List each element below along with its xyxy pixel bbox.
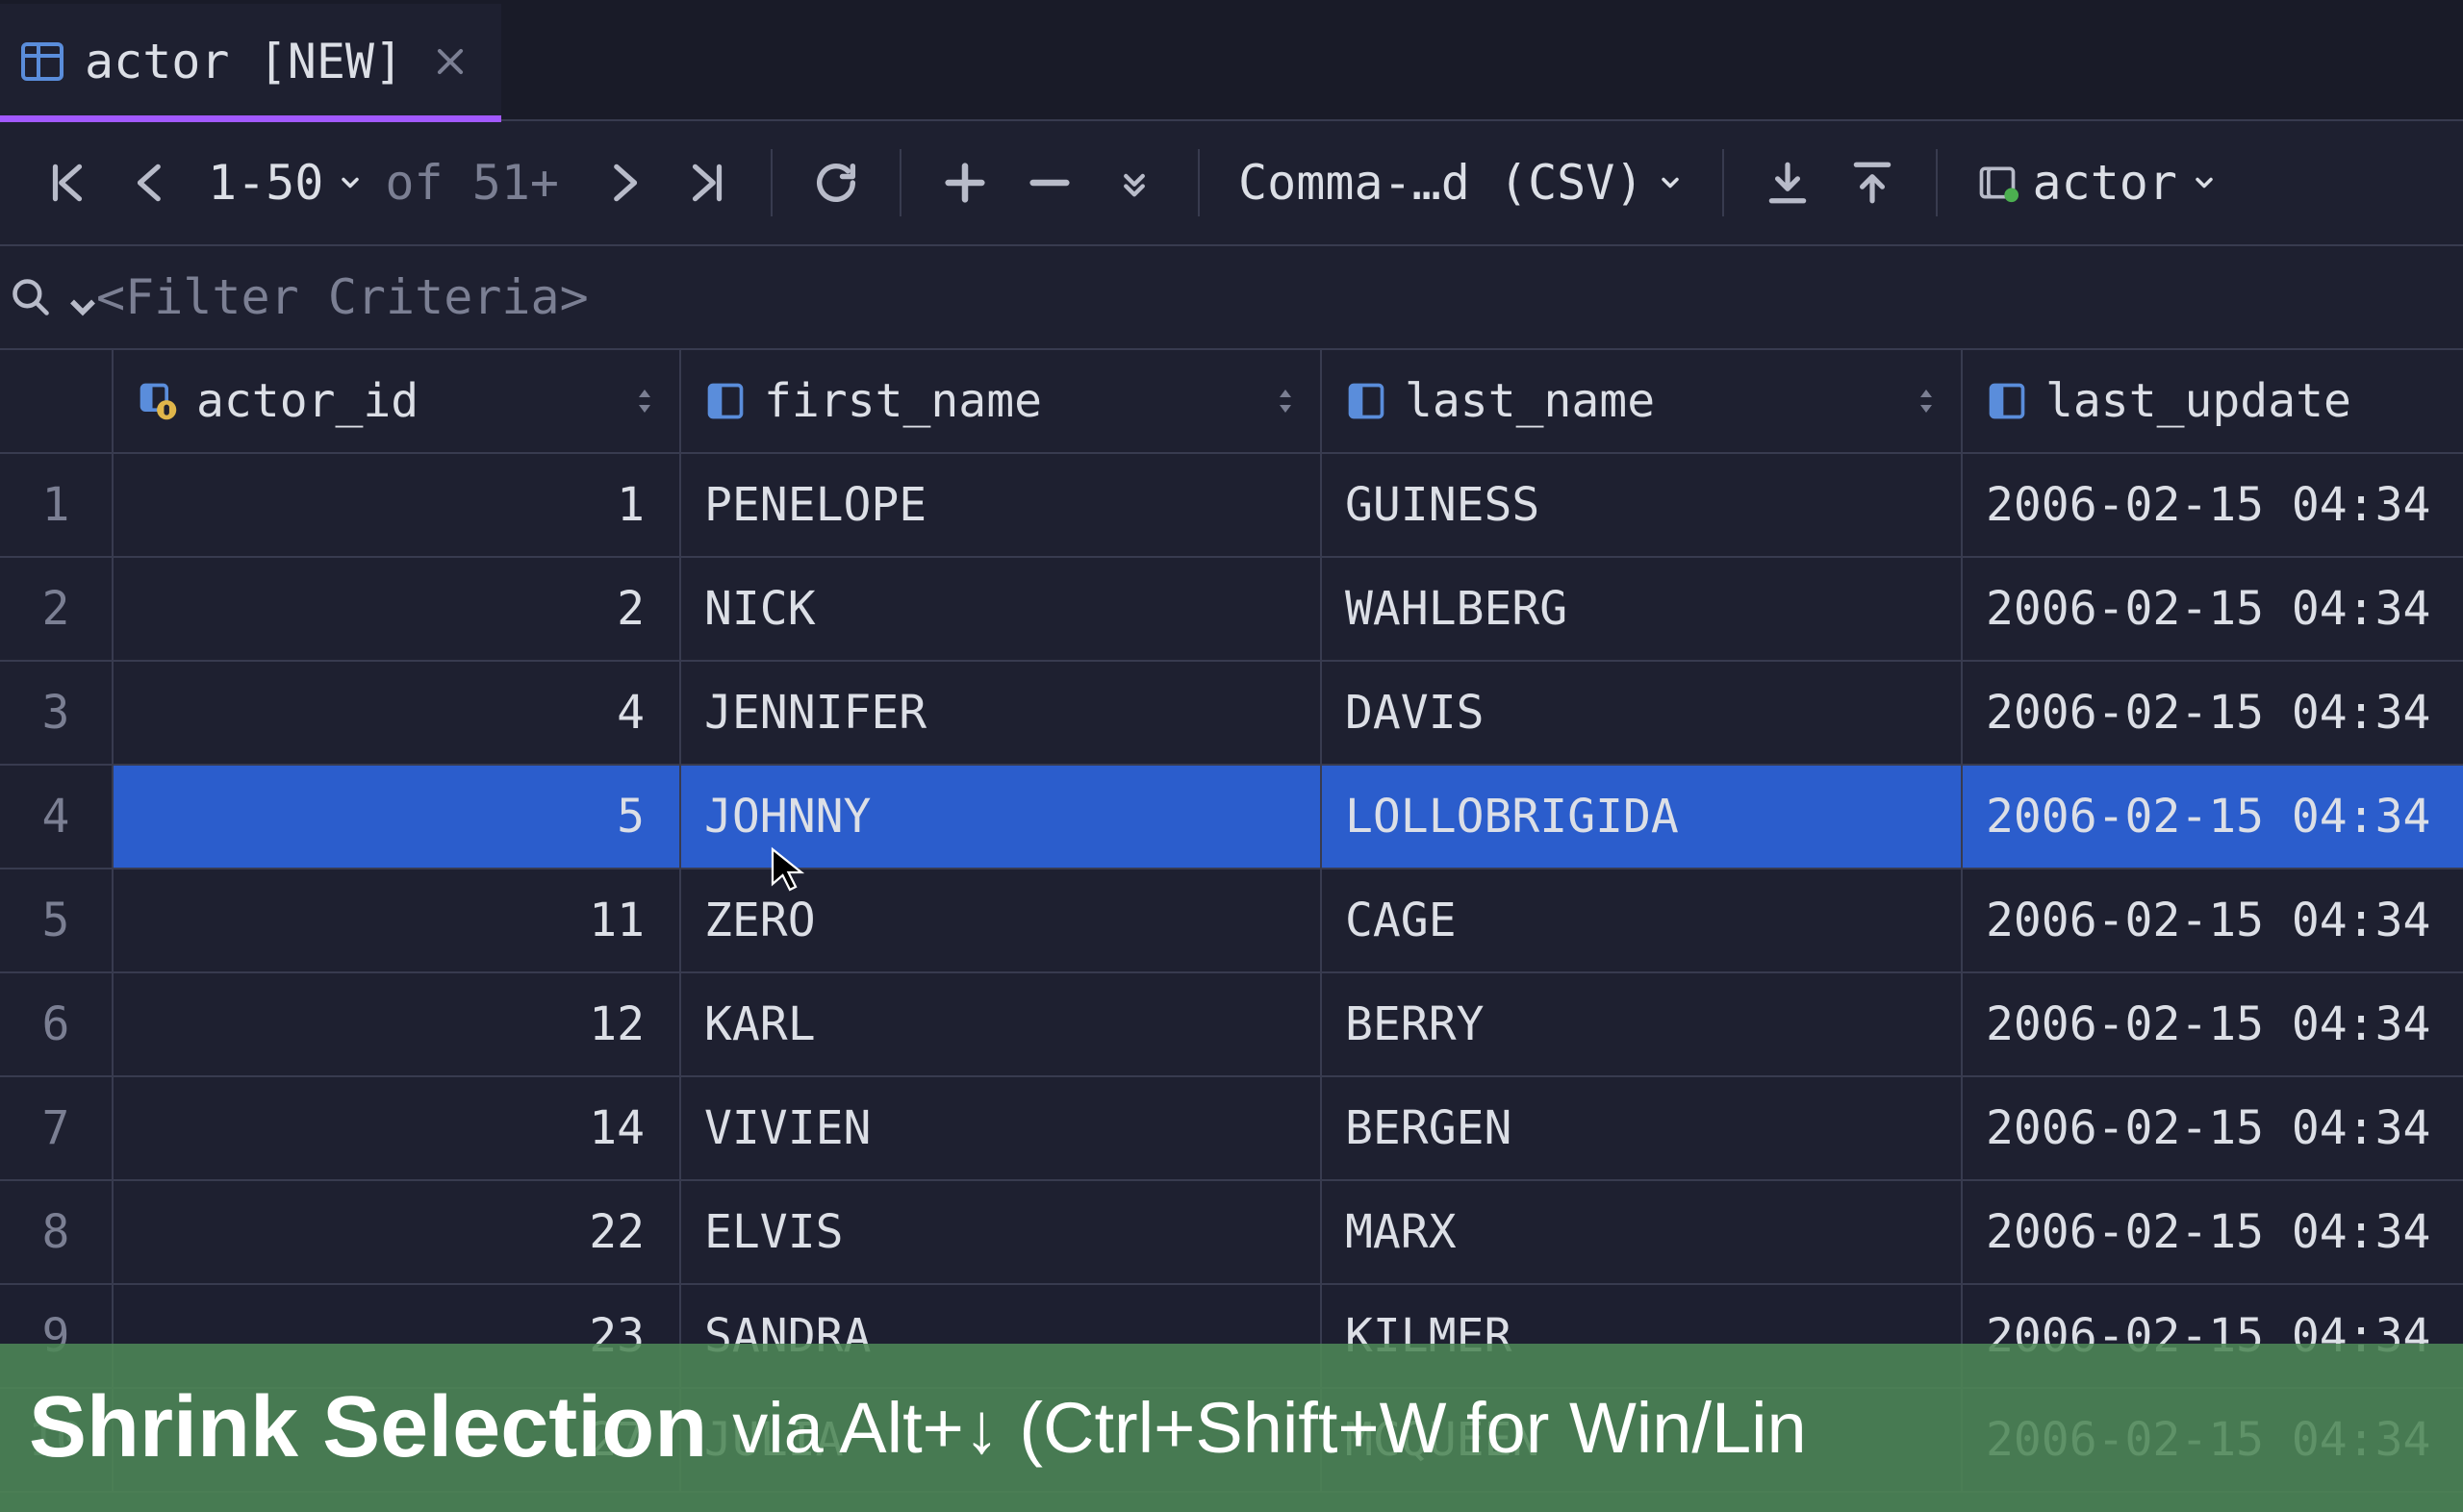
column-header-last-update[interactable]: last_update xyxy=(1963,350,2463,454)
row-number-cell[interactable]: 4 xyxy=(0,766,114,869)
toolbar-separator xyxy=(900,149,901,216)
row-number-cell[interactable]: 8 xyxy=(0,1181,114,1285)
hint-text: via Alt+↓ (Ctrl+Shift+W for Win/Lin xyxy=(732,1387,1807,1469)
column-label: actor_id xyxy=(196,374,616,428)
cell-last-update[interactable]: 2006-02-15 04:34 xyxy=(1963,1181,2463,1285)
toolbar-separator xyxy=(1936,149,1938,216)
cell-actor-id[interactable]: 2 xyxy=(114,558,681,662)
cell-last-name[interactable]: GUINESS xyxy=(1322,454,1963,558)
next-page-button[interactable] xyxy=(580,140,665,225)
column-header-actor-id[interactable]: actor_id xyxy=(114,350,681,454)
cell-last-update[interactable]: 2006-02-15 04:34 xyxy=(1963,558,2463,662)
cell-last-update[interactable]: 2006-02-15 04:34 xyxy=(1963,973,2463,1077)
cell-actor-id[interactable]: 5 xyxy=(114,766,681,869)
column-header-last-name[interactable]: last_name xyxy=(1322,350,1963,454)
table-icon xyxy=(1976,162,2019,204)
sort-icon xyxy=(1274,387,1297,416)
prev-page-button[interactable] xyxy=(110,140,194,225)
chevron-down-icon[interactable] xyxy=(62,286,85,309)
cell-actor-id[interactable]: 22 xyxy=(114,1181,681,1285)
export-format-selector[interactable]: Comma-…d (CSV) xyxy=(1221,155,1701,211)
cell-first-name[interactable]: KARL xyxy=(681,973,1322,1077)
cell-last-update[interactable]: 2006-02-15 04:34 xyxy=(1963,662,2463,766)
last-page-button[interactable] xyxy=(665,140,749,225)
cell-first-name[interactable]: JOHNNY xyxy=(681,766,1322,869)
first-page-button[interactable] xyxy=(25,140,110,225)
tab-title: actor [NEW] xyxy=(85,34,403,89)
close-icon[interactable] xyxy=(432,43,469,80)
toolbar-separator xyxy=(1722,149,1724,216)
cell-last-update[interactable]: 2006-02-15 04:34 xyxy=(1963,1077,2463,1181)
column-label: first_name xyxy=(764,374,1257,428)
cell-last-name[interactable]: BERGEN xyxy=(1322,1077,1963,1181)
cell-actor-id[interactable]: 12 xyxy=(114,973,681,1077)
data-grid: actor_id first_name last_name xyxy=(0,350,2463,1493)
column-icon xyxy=(137,380,179,422)
cell-first-name[interactable]: ELVIS xyxy=(681,1181,1322,1285)
cell-first-name[interactable]: VIVIEN xyxy=(681,1077,1322,1181)
cell-first-name[interactable]: NICK xyxy=(681,558,1322,662)
column-icon xyxy=(1986,380,2028,422)
filter-input[interactable] xyxy=(94,268,2453,326)
cell-first-name[interactable]: JENNIFER xyxy=(681,662,1322,766)
sort-icon xyxy=(633,387,656,416)
cell-last-name[interactable]: WAHLBERG xyxy=(1322,558,1963,662)
sort-icon xyxy=(1915,387,1938,416)
hint-title: Shrink Selection xyxy=(29,1378,707,1477)
cell-first-name[interactable]: ZERO xyxy=(681,869,1322,973)
toolbar-separator xyxy=(771,149,773,216)
cell-actor-id[interactable]: 11 xyxy=(114,869,681,973)
toolbar-separator xyxy=(1198,149,1200,216)
cell-last-update[interactable]: 2006-02-15 04:34 xyxy=(1963,869,2463,973)
cell-last-name[interactable]: CAGE xyxy=(1322,869,1963,973)
export-format-label: Comma-…d (CSV) xyxy=(1238,155,1643,211)
export-button[interactable] xyxy=(1745,140,1830,225)
row-number-cell[interactable]: 1 xyxy=(0,454,114,558)
column-icon xyxy=(1345,380,1387,422)
cell-first-name[interactable]: PENELOPE xyxy=(681,454,1322,558)
row-number-cell[interactable]: 7 xyxy=(0,1077,114,1181)
chevron-down-icon xyxy=(337,169,364,196)
table-selector-label: actor xyxy=(2032,155,2177,211)
row-number-cell[interactable]: 6 xyxy=(0,973,114,1077)
chevron-down-icon xyxy=(2191,169,2218,196)
page-total-label: of 51+ xyxy=(377,155,580,211)
cell-actor-id[interactable]: 4 xyxy=(114,662,681,766)
page-range-label: 1-50 xyxy=(208,155,323,211)
tab-actor[interactable]: actor [NEW] xyxy=(0,4,501,119)
remove-row-button[interactable] xyxy=(1007,140,1092,225)
table-icon xyxy=(19,38,65,85)
page-range-selector[interactable]: 1-50 xyxy=(194,155,377,211)
reload-button[interactable] xyxy=(794,140,878,225)
cell-actor-id[interactable]: 14 xyxy=(114,1077,681,1181)
cell-last-update[interactable]: 2006-02-15 04:34 xyxy=(1963,454,2463,558)
column-header-first-name[interactable]: first_name xyxy=(681,350,1322,454)
cell-last-name[interactable]: BERRY xyxy=(1322,973,1963,1077)
tab-strip: actor [NEW] xyxy=(0,0,2463,121)
row-number-cell[interactable]: 2 xyxy=(0,558,114,662)
table-selector[interactable]: actor xyxy=(1959,155,2235,211)
column-label: last_name xyxy=(1405,374,1897,428)
search-icon[interactable] xyxy=(10,276,52,318)
cell-last-update[interactable]: 2006-02-15 04:34 xyxy=(1963,766,2463,869)
import-button[interactable] xyxy=(1830,140,1915,225)
column-label: last_update xyxy=(2045,374,2463,428)
row-number-cell[interactable]: 5 xyxy=(0,869,114,973)
toolbar: 1-50 of 51+ Comma-…d (CSV) xyxy=(0,121,2463,246)
hint-banner: Shrink Selection via Alt+↓ (Ctrl+Shift+W… xyxy=(0,1344,2463,1512)
column-icon xyxy=(704,380,747,422)
cell-actor-id[interactable]: 1 xyxy=(114,454,681,558)
cell-last-name[interactable]: LOLLOBRIGIDA xyxy=(1322,766,1963,869)
row-number-cell[interactable]: 3 xyxy=(0,662,114,766)
add-row-button[interactable] xyxy=(923,140,1007,225)
more-actions-button[interactable] xyxy=(1092,140,1177,225)
chevron-down-icon xyxy=(1657,169,1684,196)
cell-last-name[interactable]: DAVIS xyxy=(1322,662,1963,766)
filter-row xyxy=(0,246,2463,350)
row-number-header[interactable] xyxy=(0,350,114,454)
cell-last-name[interactable]: MARX xyxy=(1322,1181,1963,1285)
